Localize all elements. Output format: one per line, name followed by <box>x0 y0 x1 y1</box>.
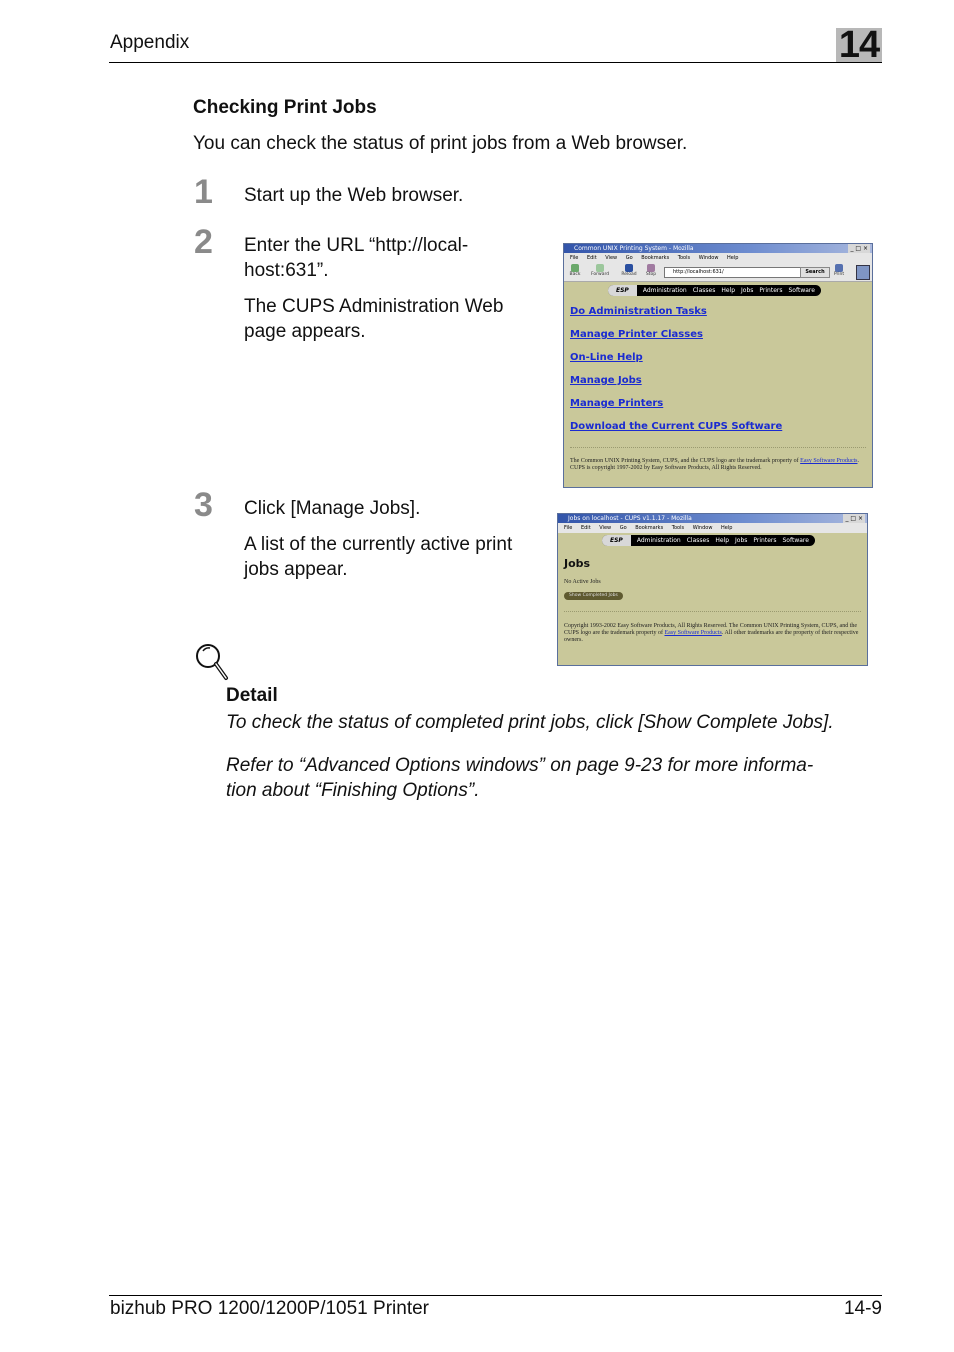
header-rule <box>109 62 882 63</box>
menu-view[interactable]: View <box>605 255 617 261</box>
browser2-footer-text: Copyright 1993-2002 Easy Software Produc… <box>564 623 859 643</box>
mozilla-throbber-icon <box>856 265 870 280</box>
menu-edit[interactable]: Edit <box>587 255 597 261</box>
browser1-menubar: File Edit View Go Bookmarks Tools Window… <box>564 253 872 263</box>
running-header-section: Appendix <box>110 32 190 53</box>
step-2-text: Enter the URL “http://local- host:631”. <box>244 233 468 283</box>
show-completed-jobs-button[interactable]: Show Completed Jobs <box>564 592 623 600</box>
detail-line-1: To check the status of completed print j… <box>226 712 834 733</box>
reload-icon <box>625 264 633 272</box>
step-1-text: Start up the Web browser. <box>244 185 464 206</box>
nav-help[interactable]: Help <box>721 287 735 294</box>
section-title: Checking Print Jobs <box>193 97 377 118</box>
nav-esp[interactable]: ESP <box>608 285 637 296</box>
step-2-result-line-2: page appears. <box>244 321 366 342</box>
nav-jobs[interactable]: Jobs <box>735 537 747 544</box>
link-manage-printers[interactable]: Manage Printers <box>570 398 663 409</box>
step-2-result: The CUPS Administration Web page appears… <box>244 294 503 344</box>
nav-software[interactable]: Software <box>789 287 815 294</box>
section-intro: You can check the status of print jobs f… <box>193 133 688 154</box>
print-button[interactable]: Print <box>830 264 848 277</box>
magnifier-icon <box>194 642 230 687</box>
footer-product: bizhub PRO 1200/1200P/1051 Printer <box>110 1298 429 1319</box>
browser1-title: Common UNIX Printing System - Mozilla <box>574 245 694 252</box>
step-number-2: 2 <box>194 223 213 261</box>
nav-jobs[interactable]: Jobs <box>741 287 753 294</box>
cups-admin-browser-screenshot: Common UNIX Printing System - Mozilla _ … <box>563 243 873 488</box>
menu-view[interactable]: View <box>599 525 611 531</box>
printer-icon <box>835 264 843 272</box>
nav-help[interactable]: Help <box>715 537 729 544</box>
cups-nav-bar: ESP Administration Classes Help Jobs Printers… <box>608 285 821 296</box>
step-2-line-2: host:631”. <box>244 260 329 281</box>
step-3-text: Click [Manage Jobs]. <box>244 498 421 519</box>
easy-software-link[interactable]: Easy Software Products <box>664 630 721 636</box>
menu-edit[interactable]: Edit <box>581 525 591 531</box>
nav-software[interactable]: Software <box>783 537 809 544</box>
step-3-result-line-1: A list of the currently active print <box>244 534 513 555</box>
jobs-status: No Active Jobs <box>564 579 601 585</box>
menu-file[interactable]: File <box>564 525 572 531</box>
back-button[interactable]: Back <box>566 264 584 277</box>
stop-icon <box>647 264 655 272</box>
step-2-line-1: Enter the URL “http://local- <box>244 235 469 256</box>
browser2-menubar: File Edit View Go Bookmarks Tools Window… <box>558 523 867 533</box>
menu-bookmarks[interactable]: Bookmarks <box>635 525 663 531</box>
cups-nav-bar: ESP Administration Classes Help Jobs Printers… <box>602 535 815 546</box>
nav-administration[interactable]: Administration <box>637 537 681 544</box>
detail-line-3: tion about “Finishing Options”. <box>226 780 480 801</box>
nav-classes[interactable]: Classes <box>687 537 710 544</box>
menu-go[interactable]: Go <box>626 255 633 261</box>
jobs-heading: Jobs <box>564 557 591 570</box>
menu-tools[interactable]: Tools <box>678 255 690 261</box>
chapter-number: 14 <box>838 24 880 66</box>
menu-bookmarks[interactable]: Bookmarks <box>641 255 669 261</box>
link-download-cups[interactable]: Download the Current CUPS Software <box>570 421 782 432</box>
menu-window[interactable]: Window <box>699 255 719 261</box>
step-number-3: 3 <box>194 486 213 524</box>
easy-software-link[interactable]: Easy Software Products <box>800 458 857 464</box>
reload-button[interactable]: Reload <box>620 264 638 277</box>
link-manage-jobs[interactable]: Manage Jobs <box>570 375 642 386</box>
link-online-help[interactable]: On-Line Help <box>570 352 643 363</box>
browser2-titlebar: Jobs on localhost - CUPS v1.1.17 - Mozil… <box>558 514 867 523</box>
window-controls-icon[interactable]: _ □ × <box>843 514 865 523</box>
window-controls-icon[interactable]: _ □ × <box>848 244 870 253</box>
url-input[interactable]: http://localhost:631/ <box>664 267 804 278</box>
divider <box>570 447 866 448</box>
nav-esp[interactable]: ESP <box>602 535 631 546</box>
nav-administration[interactable]: Administration <box>643 287 687 294</box>
nav-printers[interactable]: Printers <box>759 287 782 294</box>
back-arrow-icon <box>571 264 579 272</box>
menu-help[interactable]: Help <box>727 255 738 261</box>
menu-window[interactable]: Window <box>693 525 713 531</box>
stop-button[interactable]: Stop <box>642 264 660 277</box>
browser1-toolbar: Back Forward Reload Stop http://localhos… <box>564 263 872 282</box>
step-3-result-line-2: jobs appear. <box>244 559 348 580</box>
forward-button[interactable]: Forward <box>591 264 609 277</box>
nav-classes[interactable]: Classes <box>693 287 716 294</box>
menu-help[interactable]: Help <box>721 525 732 531</box>
link-manage-printer-classes[interactable]: Manage Printer Classes <box>570 329 703 340</box>
search-button[interactable]: Search <box>800 267 830 278</box>
footer-page-number: 14-9 <box>843 1298 882 1319</box>
browser1-footer-text: The Common UNIX Printing System, CUPS, a… <box>570 458 859 471</box>
step-3-result: A list of the currently active print job… <box>244 532 512 582</box>
menu-file[interactable]: File <box>570 255 578 261</box>
forward-arrow-icon <box>596 264 604 272</box>
nav-printers[interactable]: Printers <box>753 537 776 544</box>
divider <box>564 611 861 612</box>
cups-jobs-browser-screenshot: Jobs on localhost - CUPS v1.1.17 - Mozil… <box>557 513 868 666</box>
step-number-1: 1 <box>194 173 213 211</box>
detail-title: Detail <box>226 685 278 706</box>
menu-go[interactable]: Go <box>620 525 627 531</box>
browser2-title: Jobs on localhost - CUPS v1.1.17 - Mozil… <box>568 515 692 522</box>
link-do-administration-tasks[interactable]: Do Administration Tasks <box>570 306 707 317</box>
footer-rule <box>109 1295 882 1296</box>
menu-tools[interactable]: Tools <box>672 525 684 531</box>
browser1-titlebar: Common UNIX Printing System - Mozilla _ … <box>564 244 872 253</box>
detail-line-2: Refer to “Advanced Options windows” on p… <box>226 755 814 776</box>
step-2-result-line-1: The CUPS Administration Web <box>244 296 504 317</box>
